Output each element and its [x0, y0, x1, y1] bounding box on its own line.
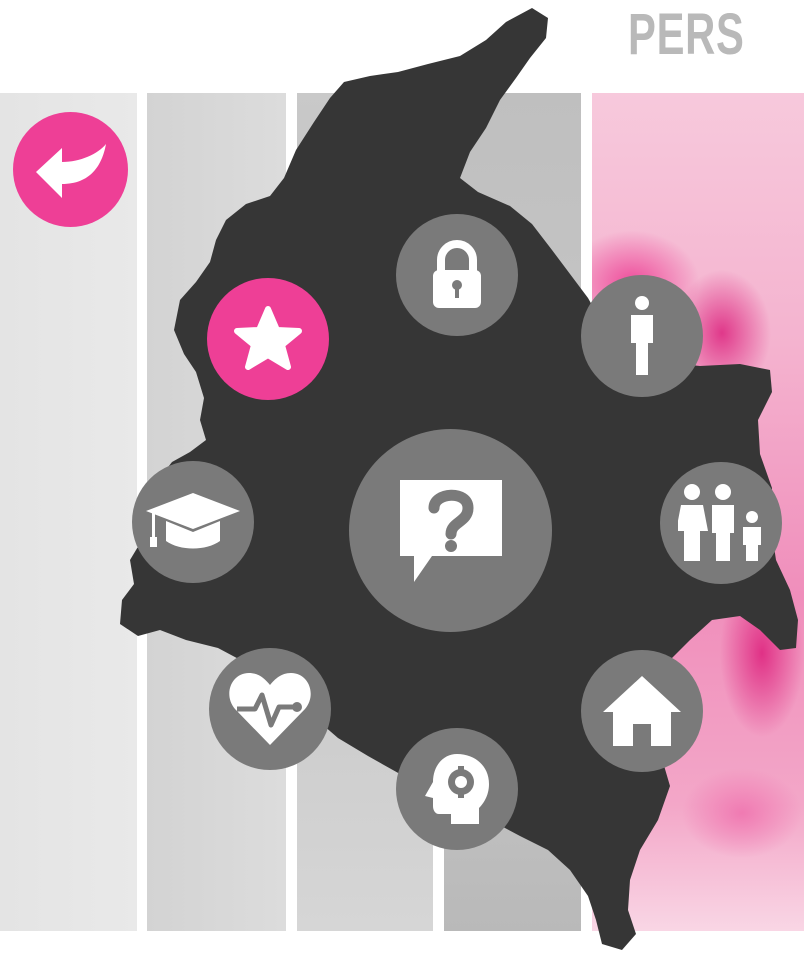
person-icon: [627, 295, 657, 377]
mental-health-button[interactable]: [396, 728, 518, 850]
house-icon: [601, 674, 683, 748]
family-button[interactable]: [660, 462, 782, 584]
question-chat-icon: [392, 472, 510, 590]
star-icon: [232, 304, 304, 374]
back-arrow-icon: [32, 140, 110, 200]
lock-icon: [427, 240, 487, 310]
graduation-cap-icon: [144, 489, 242, 555]
person-button[interactable]: [581, 275, 703, 397]
home-button[interactable]: [581, 650, 703, 772]
head-gear-icon: [423, 752, 491, 826]
help-button[interactable]: [349, 429, 552, 632]
health-button[interactable]: [209, 648, 331, 770]
back-button[interactable]: [13, 112, 128, 227]
security-button[interactable]: [396, 214, 518, 336]
family-icon: [678, 483, 764, 563]
favorite-button[interactable]: [207, 278, 329, 400]
heart-pulse-icon: [227, 671, 313, 747]
education-button[interactable]: [132, 461, 254, 583]
